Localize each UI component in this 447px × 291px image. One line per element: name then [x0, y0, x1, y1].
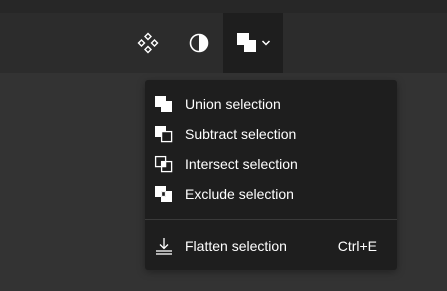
exclude-icon [154, 185, 174, 203]
union-icon [154, 95, 174, 113]
menu-item-label: Union selection [185, 96, 281, 112]
menu-item-intersect-selection[interactable]: Intersect selection [145, 149, 397, 179]
menu-item-union-selection[interactable]: Union selection [145, 89, 397, 119]
menu-item-label: Intersect selection [185, 156, 298, 172]
intersect-icon [154, 155, 174, 173]
boolean-dropdown-menu: Union selection Subtract selection Inter… [145, 80, 397, 270]
menu-item-label: Flatten selection [185, 238, 287, 254]
menu-item-label: Exclude selection [185, 186, 294, 202]
mask-icon [189, 33, 209, 53]
menu-item-subtract-selection[interactable]: Subtract selection [145, 119, 397, 149]
title-strip [0, 0, 447, 13]
menu-item-exclude-selection[interactable]: Exclude selection [145, 179, 397, 209]
menu-item-flatten-selection[interactable]: Flatten selection Ctrl+E [145, 231, 397, 261]
mask-tool-button[interactable] [183, 13, 215, 73]
menu-divider [145, 219, 397, 220]
components-tool-button[interactable] [132, 13, 164, 73]
flatten-icon [154, 237, 174, 255]
chevron-down-icon[interactable] [261, 39, 271, 47]
components-icon [137, 32, 159, 54]
boolean-groups-icon [236, 33, 256, 52]
boolean-groups-button[interactable] [223, 13, 283, 73]
subtract-icon [154, 125, 174, 143]
keyboard-shortcut: Ctrl+E [337, 238, 377, 254]
menu-item-label: Subtract selection [185, 126, 297, 142]
